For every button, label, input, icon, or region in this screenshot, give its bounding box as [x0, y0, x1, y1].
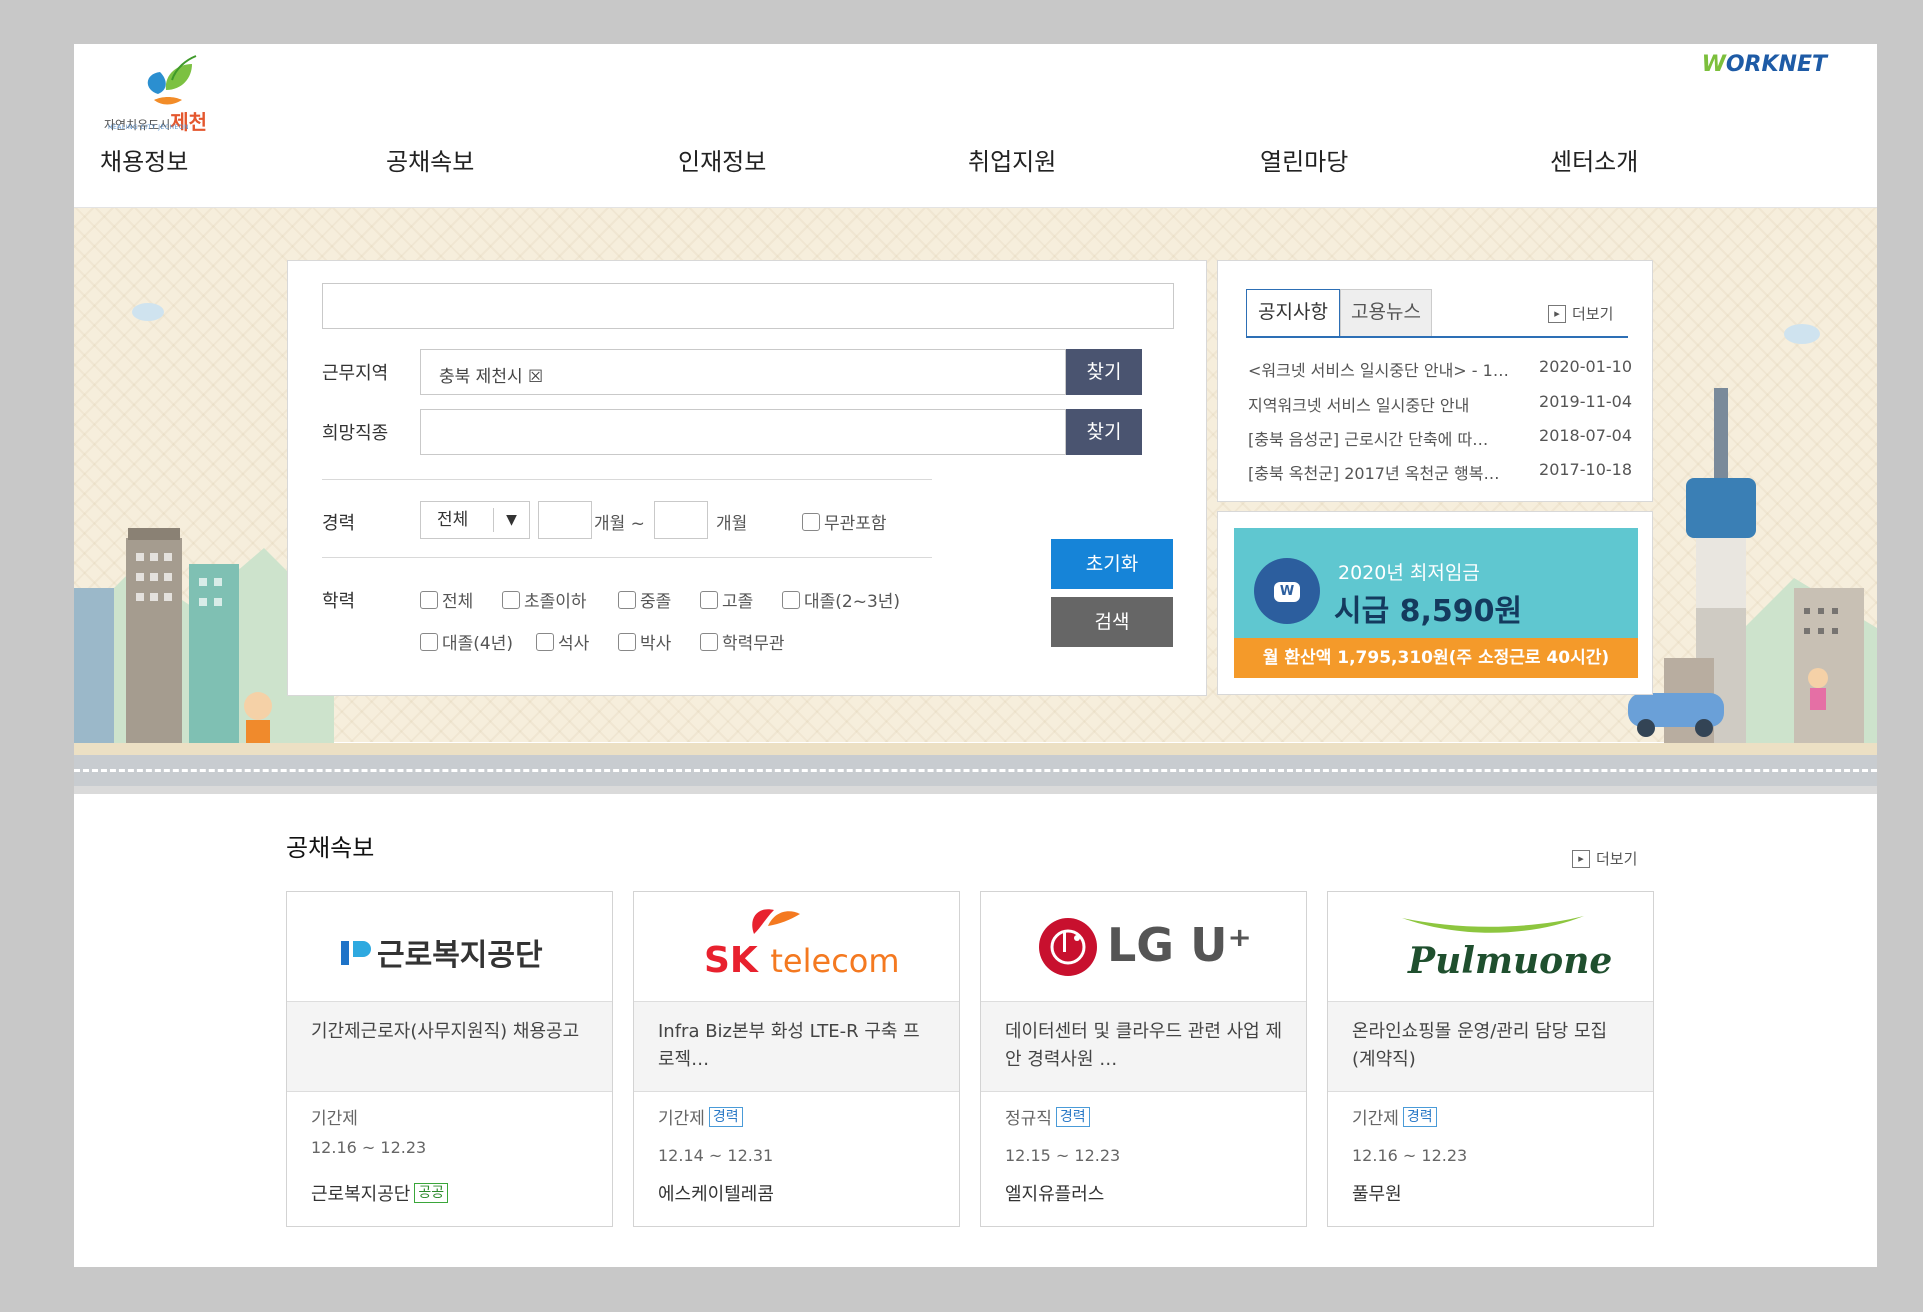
pulmuone-swoosh-icon — [1402, 916, 1584, 933]
tab-employment-news[interactable]: 고용뉴스 — [1340, 289, 1432, 337]
company-logo: Pulmuone — [1328, 892, 1653, 1002]
edu-checkbox-middle[interactable]: 중졸 — [618, 587, 671, 612]
company-logo: 근로복지공단 — [287, 892, 612, 1002]
chevron-right-icon: ▸ — [1572, 849, 1590, 868]
job-search-panel: 근무지역 충북 제천시 ☒ 찾기 희망직종 찾기 경력 전체 ▼ 개월 ~ 개월… — [287, 260, 1207, 696]
company-name: 근로복지공단 공공 — [311, 1180, 449, 1206]
chevron-right-icon: ▸ — [1548, 304, 1566, 323]
recruit-more-link[interactable]: ▸ 더보기 — [1572, 848, 1637, 869]
career-month-from-input[interactable] — [538, 501, 592, 539]
keyword-input[interactable] — [322, 283, 1174, 329]
recruit-card[interactable]: SK telecom Infra Biz본부 화성 LTE-R 구축 프로젝… … — [633, 891, 960, 1227]
search-button[interactable]: 검색 — [1051, 597, 1173, 647]
edu-checkbox-doctor[interactable]: 박사 — [618, 629, 671, 654]
job-period: 12.16 ~ 12.23 — [1352, 1146, 1468, 1165]
tab-notice[interactable]: 공지사항 — [1246, 289, 1340, 337]
page: 자연치유도시제천 HEALING CITY JECHEON WORKNET 채용… — [74, 44, 1877, 1267]
nav-item-jobs[interactable]: 채용정보 — [100, 142, 188, 177]
edu-checkbox-elementary[interactable]: 초졸이하 — [502, 587, 587, 612]
chevron-down-icon: ▼ — [493, 508, 529, 532]
job-title: 온라인쇼핑몰 운영/관리 담당 모집(계약직) — [1328, 1002, 1653, 1092]
job-type-find-button[interactable]: 찾기 — [1066, 409, 1142, 455]
nav-item-employment-support[interactable]: 취업지원 — [968, 142, 1056, 177]
edu-checkbox-any[interactable]: 학력무관 — [700, 629, 785, 654]
career-badge: 경력 — [1055, 1106, 1090, 1127]
kcomwel-icon — [341, 941, 371, 965]
recruit-card[interactable]: LG U⁺ 데이터센터 및 클라우드 관련 사업 제안 경력사원 … 정규직 경력… — [980, 891, 1307, 1227]
reset-button[interactable]: 초기화 — [1051, 539, 1173, 589]
lg-face-icon — [1039, 918, 1097, 976]
job-period: 12.14 ~ 12.31 — [658, 1146, 774, 1165]
notice-item[interactable]: <워크넷 서비스 일시중단 안내> - 1… 2020-01-10 — [1248, 357, 1632, 381]
company-name: 엘지유플러스 — [1005, 1184, 1105, 1205]
edu-checkbox-university[interactable]: 대졸(4년) — [420, 629, 513, 654]
region-find-button[interactable]: 찾기 — [1066, 349, 1142, 395]
section-title-public-recruit: 공채속보 — [286, 834, 375, 862]
edu-checkbox-all[interactable]: 전체 — [420, 587, 473, 612]
job-type-label: 희망직종 — [322, 423, 389, 444]
career-month-to-input[interactable] — [654, 501, 708, 539]
company-logo: LG U⁺ — [981, 892, 1306, 1002]
job-title: Infra Biz본부 화성 LTE-R 구축 프로젝… — [634, 1002, 959, 1092]
education-label: 학력 — [322, 591, 356, 612]
nav-item-open-forum[interactable]: 열린마당 — [1260, 142, 1348, 177]
no-matter-checkbox[interactable]: 무관포함 — [802, 509, 887, 534]
logo-subtitle: HEALING CITY JECHEON — [108, 124, 190, 131]
region-input[interactable]: 충북 제천시 ☒ — [420, 349, 1066, 395]
nav-item-center-intro[interactable]: 센터소개 — [1550, 142, 1638, 177]
notice-more-link[interactable]: ▸ 더보기 — [1548, 303, 1613, 324]
job-type: 기간제 — [311, 1109, 358, 1129]
month-to-suffix: 개월 — [716, 514, 748, 534]
nav-item-public-recruit[interactable]: 공채속보 — [386, 142, 474, 177]
wage-monthly: 월 환산액 1,795,310원(주 소정근로 40시간) — [1234, 638, 1638, 678]
nav-item-talent[interactable]: 인재정보 — [678, 142, 766, 177]
notice-panel: 공지사항 고용뉴스 ▸ 더보기 <워크넷 서비스 일시중단 안내> - 1… 202… — [1217, 260, 1653, 502]
career-label: 경력 — [322, 513, 356, 534]
company-name: 풀무원 — [1352, 1184, 1402, 1205]
wage-title: 2020년 최저임금 — [1338, 562, 1480, 584]
minimum-wage-banner[interactable]: 2020년 최저임금 시급 8,590원 월 환산액 1,795,310원(주 … — [1217, 511, 1653, 695]
wage-hourly: 시급 8,590원 — [1334, 594, 1523, 629]
edu-checkbox-college[interactable]: 대졸(2~3년) — [782, 587, 900, 612]
public-badge: 공공 — [414, 1183, 449, 1203]
money-bag-icon — [1254, 558, 1320, 624]
notice-item[interactable]: [충북 옥천군] 2017년 옥천군 행복… 2017-10-18 — [1248, 460, 1632, 484]
notice-item[interactable]: 지역워크넷 서비스 일시중단 안내 2019-11-04 — [1248, 392, 1632, 416]
divider — [322, 479, 932, 480]
career-badge: 경력 — [708, 1106, 743, 1127]
notice-item[interactable]: [충북 음성군] 근로시간 단축에 따… 2018-07-04 — [1248, 426, 1632, 450]
job-title: 기간제근로자(사무지원직) 채용공고 — [287, 1002, 612, 1092]
job-period: 12.15 ~ 12.23 — [1005, 1146, 1121, 1165]
job-type: 기간제 경력 — [658, 1104, 743, 1129]
road — [74, 743, 1877, 787]
jecheon-logo[interactable]: 자연치유도시제천 HEALING CITY JECHEON — [104, 50, 244, 136]
recruit-card[interactable]: Pulmuone 온라인쇼핑몰 운영/관리 담당 모집(계약직) 기간제 경력 1… — [1327, 891, 1654, 1227]
region-label: 근무지역 — [322, 363, 389, 384]
job-type: 기간제 경력 — [1352, 1104, 1437, 1129]
main-nav: 채용정보 공채속보 인재정보 취업지원 열린마당 센터소개 — [74, 142, 1877, 196]
job-type: 정규직 경력 — [1005, 1104, 1090, 1129]
edu-checkbox-high[interactable]: 고졸 — [700, 587, 753, 612]
job-title: 데이터센터 및 클라우드 관련 사업 제안 경력사원 … — [981, 1002, 1306, 1092]
divider — [322, 557, 932, 558]
wage-banner-body: 2020년 최저임금 시급 8,590원 월 환산액 1,795,310원(주 … — [1234, 528, 1638, 678]
career-select[interactable]: 전체 ▼ — [420, 501, 530, 539]
edu-checkbox-master[interactable]: 석사 — [536, 629, 589, 654]
worknet-logo[interactable]: WORKNET — [1702, 52, 1827, 77]
tab-underline — [1246, 336, 1628, 338]
career-badge: 경력 — [1402, 1106, 1437, 1127]
leaf-icon — [147, 55, 197, 105]
company-name: 에스케이텔레콤 — [658, 1184, 774, 1205]
company-logo: SK telecom — [634, 892, 959, 1002]
month-from-suffix: 개월 ~ — [594, 514, 645, 534]
hero-bottom-band — [74, 786, 1877, 794]
job-type-input[interactable] — [420, 409, 1066, 455]
sk-butterfly-icon — [752, 909, 800, 934]
job-period: 12.16 ~ 12.23 — [311, 1138, 427, 1157]
recruit-card[interactable]: 근로복지공단 기간제근로자(사무지원직) 채용공고 기간제 12.16 ~ 12… — [286, 891, 613, 1227]
